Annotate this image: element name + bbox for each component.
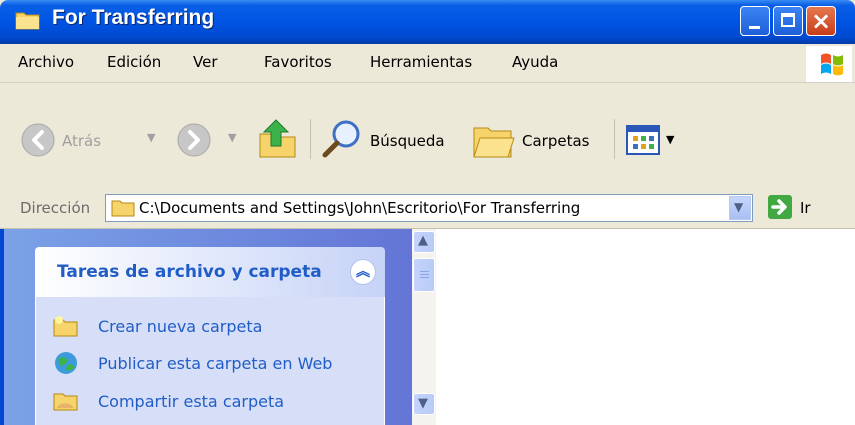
title-bar[interactable]: For Transferring ×: [0, 0, 855, 44]
back-dropdown-icon: ▼: [147, 131, 156, 144]
up-folder-button[interactable]: [258, 116, 298, 160]
toolbar-separator: [614, 119, 615, 159]
back-label: Atrás: [62, 132, 102, 150]
task-link-new-folder[interactable]: Crear nueva carpeta: [98, 317, 262, 336]
folders-icon: [473, 127, 515, 158]
window-title: For Transferring: [52, 6, 215, 29]
forward-arrow-icon: [177, 123, 211, 157]
collapse-button[interactable]: ︽: [350, 259, 376, 285]
search-label: Búsqueda: [370, 132, 445, 150]
windows-logo: [806, 46, 852, 82]
search-button[interactable]: Búsqueda: [322, 118, 462, 162]
task-panel-title: Tareas de archivo y carpeta: [57, 262, 322, 282]
arrow-up-icon: ▲: [418, 233, 428, 248]
task-panel-body: Crear nueva carpeta Publicar esta carpet…: [35, 297, 385, 425]
menu-bar: Archivo Edición Ver Favoritos Herramient…: [0, 44, 855, 83]
task-link-share-folder[interactable]: Compartir esta carpeta: [98, 392, 284, 411]
new-folder-icon: [53, 316, 78, 337]
minimize-button[interactable]: [740, 6, 770, 36]
scroll-thumb[interactable]: [413, 258, 435, 292]
publish-web-icon: [55, 352, 77, 374]
folder-icon: [111, 200, 135, 217]
views-dropdown-icon: ▼: [666, 133, 675, 146]
maximize-icon: [781, 13, 795, 27]
minimize-icon: [749, 26, 760, 29]
menu-favoritos[interactable]: Favoritos: [264, 53, 332, 71]
task-panel-header[interactable]: Tareas de archivo y carpeta ︽: [35, 247, 385, 297]
address-input[interactable]: C:\Documents and Settings\John\Escritori…: [105, 194, 753, 222]
views-button[interactable]: ▼: [626, 123, 688, 157]
share-folder-icon: [53, 393, 78, 411]
chevron-up-icon: ︽: [356, 264, 370, 280]
menu-herramientas[interactable]: Herramientas: [370, 53, 472, 71]
address-dropdown-button[interactable]: ▼: [729, 196, 751, 220]
go-arrow-icon: [771, 199, 787, 215]
up-folder-icon: [259, 119, 296, 158]
back-arrow-icon: [21, 123, 55, 157]
folder-icon: [15, 12, 40, 30]
window-border: [0, 229, 4, 425]
folders-label: Carpetas: [522, 132, 590, 150]
grip-line: [420, 277, 429, 278]
go-label[interactable]: Ir: [800, 199, 811, 217]
back-button[interactable]: Atrás ▼: [20, 120, 165, 160]
search-icon: [322, 120, 360, 158]
file-folder-tasks-panel: Tareas de archivo y carpeta ︽ Crear nuev…: [35, 247, 385, 425]
menu-edicion[interactable]: Edición: [107, 53, 161, 71]
menu-archivo[interactable]: Archivo: [18, 53, 74, 71]
chevron-down-icon: ▼: [734, 200, 744, 214]
go-button[interactable]: [768, 195, 792, 219]
toolbar-separator: [310, 119, 311, 159]
menu-ver[interactable]: Ver: [193, 53, 218, 71]
grip-line: [420, 274, 429, 275]
close-button[interactable]: ×: [806, 6, 836, 36]
grip-line: [420, 271, 429, 272]
scroll-down-button[interactable]: ▼: [413, 393, 435, 415]
toolbar: Atrás ▼ ▼ Búsqueda Carpetas ▼: [0, 83, 855, 189]
address-label: Dirección: [20, 199, 91, 217]
maximize-button[interactable]: [773, 6, 803, 36]
folders-button[interactable]: Carpetas: [472, 118, 607, 162]
vertical-scrollbar[interactable]: ▲ ▼: [412, 229, 436, 425]
menu-ayuda[interactable]: Ayuda: [512, 53, 558, 71]
scroll-up-button[interactable]: ▲: [413, 231, 435, 253]
views-icon: [626, 125, 660, 155]
address-bar: Dirección C:\Documents and Settings\John…: [0, 188, 855, 229]
close-icon: ×: [810, 7, 832, 35]
address-path: C:\Documents and Settings\John\Escritori…: [139, 199, 581, 217]
forward-dropdown-icon: ▼: [228, 131, 237, 144]
arrow-down-icon: ▼: [418, 396, 428, 411]
forward-button[interactable]: ▼: [176, 120, 246, 160]
windows-flag-icon: [821, 53, 843, 76]
task-link-publish-web[interactable]: Publicar esta carpeta en Web: [98, 354, 332, 373]
